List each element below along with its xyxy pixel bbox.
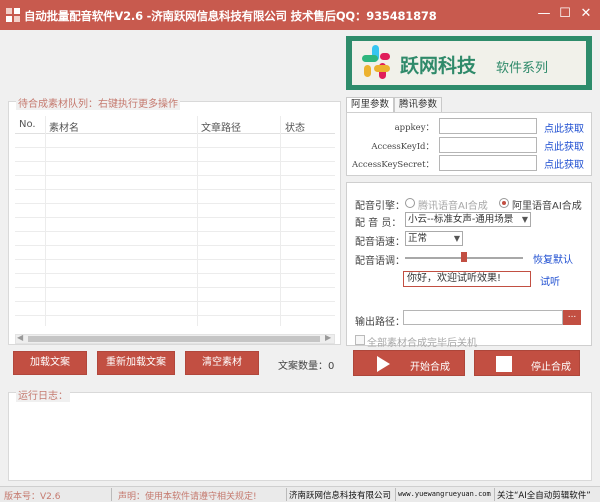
engine-label: 配音引擎： xyxy=(355,201,405,212)
chevron-down-icon: ▼ xyxy=(521,215,528,224)
title-bar: 自动批量配音软件V2.6 -济南跃网信息科技有限公司 技术售后QQ：935481… xyxy=(0,0,600,30)
reload-script-button[interactable]: 重新加载文案 xyxy=(97,351,175,375)
queue-legend: 待合成素材队列：右键执行更多操作 xyxy=(16,95,180,110)
status-separator xyxy=(494,488,495,501)
appkey-input[interactable] xyxy=(439,118,537,134)
browse-button[interactable]: ... xyxy=(563,310,581,325)
access-key-secret-label: AccessKeySecret： xyxy=(352,160,434,170)
speed-value: 正常 xyxy=(408,233,428,244)
scroll-left-arrow-icon[interactable]: ◀ xyxy=(17,333,23,342)
voice-actor-value: 小云--标准女声-通用场景 xyxy=(408,214,514,225)
access-key-id-label: AccessKeyId： xyxy=(371,142,434,152)
column-header-name[interactable]: 素材名 xyxy=(49,119,79,134)
engine-radio-ali[interactable] xyxy=(499,198,509,208)
clear-materials-button[interactable]: 清空素材 xyxy=(185,351,259,375)
horizontal-scrollbar[interactable]: ◀ ▶ xyxy=(15,333,335,344)
preview-text-input[interactable]: 你好，欢迎试听效果! xyxy=(403,271,531,287)
voice-settings-panel: 配音引擎： 腾讯语音AI合成 阿里语音AI合成 配 音 员： 小云--标准女声-… xyxy=(346,182,592,349)
column-divider xyxy=(197,116,198,326)
column-header-status[interactable]: 状态 xyxy=(285,119,305,134)
notice-text: 声明：使用本软件请遵守相关规定! xyxy=(118,492,257,502)
close-button[interactable]: ✕ xyxy=(577,5,595,23)
stop-synthesis-button[interactable]: 停止合成 xyxy=(474,350,580,376)
speed-label: 配音语速： xyxy=(355,237,405,248)
material-queue-group: No. 素材名 文章路径 状态 ◀ ▶ xyxy=(8,101,341,345)
minimize-button[interactable]: — xyxy=(535,5,553,23)
shutdown-checkbox[interactable] xyxy=(355,335,365,345)
slack-style-logo-icon xyxy=(362,45,390,79)
stop-synthesis-label: 停止合成 xyxy=(531,362,571,373)
load-script-button[interactable]: 加载文案 xyxy=(13,351,87,375)
engine-radio-tencent[interactable] xyxy=(405,198,415,208)
queue-table-body[interactable] xyxy=(15,134,335,326)
listen-link[interactable]: 试听 xyxy=(540,273,560,288)
version-text: 版本号：V2.6 xyxy=(4,492,61,502)
reset-default-link[interactable]: 恢复默认 xyxy=(533,251,573,266)
speed-select[interactable]: 正常 ▼ xyxy=(405,231,463,246)
tone-slider-thumb[interactable] xyxy=(461,252,467,262)
banner-brand-text: 跃网科技 xyxy=(400,55,477,77)
voice-actor-label: 配 音 员： xyxy=(355,218,402,229)
follow-text: 关注“AI全自动剪辑软件” xyxy=(497,491,591,501)
start-synthesis-button[interactable]: 开始合成 xyxy=(353,350,465,376)
queue-table-header: No. 素材名 文章路径 状态 xyxy=(15,116,335,134)
run-log-area[interactable] xyxy=(8,392,592,481)
tone-label: 配音语调： xyxy=(355,256,405,267)
shutdown-label[interactable]: 全部素材合成完毕后关机 xyxy=(367,334,477,349)
column-header-no[interactable]: No. xyxy=(19,119,36,130)
website-text: www.yuewangrueyuan.com xyxy=(398,490,491,498)
window-title: 自动批量配音软件V2.6 -济南跃网信息科技有限公司 技术售后QQ：935481… xyxy=(24,9,437,23)
output-path-label: 输出路径： xyxy=(355,317,405,328)
status-bar: 版本号：V2.6 声明：使用本软件请遵守相关规定! 济南跃网信息科技有限公司 w… xyxy=(0,486,600,502)
start-synthesis-label: 开始合成 xyxy=(410,362,450,373)
status-separator xyxy=(286,488,287,501)
voice-actor-select[interactable]: 小云--标准女声-通用场景 ▼ xyxy=(405,212,531,227)
status-separator xyxy=(111,488,112,501)
brand-banner: 跃网科技 软件系列 xyxy=(346,36,592,90)
access-key-secret-input[interactable] xyxy=(439,155,537,171)
maximize-button[interactable]: ☐ xyxy=(556,5,574,23)
appkey-label: appkey： xyxy=(394,123,434,133)
script-count-label: 文案数量：0 xyxy=(278,361,335,372)
tab-tencent-params[interactable]: 腾讯参数 xyxy=(394,97,443,112)
get-access-key-id-link[interactable]: 点此获取 xyxy=(544,138,584,153)
column-divider xyxy=(280,116,281,326)
company-text: 济南跃网信息科技有限公司 xyxy=(289,491,392,501)
access-key-id-input[interactable] xyxy=(439,137,537,153)
engine-option-tencent[interactable]: 腾讯语音AI合成 xyxy=(418,197,488,212)
tab-ali-params[interactable]: 阿里参数 xyxy=(346,97,395,113)
column-divider xyxy=(45,116,46,326)
column-header-path[interactable]: 文章路径 xyxy=(201,119,241,134)
play-icon xyxy=(377,356,390,372)
get-access-key-secret-link[interactable]: 点此获取 xyxy=(544,156,584,171)
chevron-down-icon: ▼ xyxy=(453,234,460,243)
stop-icon xyxy=(496,356,512,372)
banner-inner: 跃网科技 软件系列 xyxy=(352,41,586,85)
run-log-legend: 运行日志： xyxy=(16,387,70,402)
output-path-input[interactable] xyxy=(403,310,563,325)
engine-option-ali[interactable]: 阿里语音AI合成 xyxy=(512,197,582,212)
get-appkey-link[interactable]: 点此获取 xyxy=(544,120,584,135)
banner-series-text: 软件系列 xyxy=(496,61,549,76)
app-grid-icon xyxy=(6,8,20,22)
scrollbar-thumb[interactable] xyxy=(28,336,320,342)
ali-credentials-panel: appkey： 点此获取 AccessKeyId： 点此获取 AccessKey… xyxy=(346,112,592,176)
status-separator xyxy=(395,488,396,501)
scroll-right-arrow-icon[interactable]: ▶ xyxy=(325,333,331,342)
